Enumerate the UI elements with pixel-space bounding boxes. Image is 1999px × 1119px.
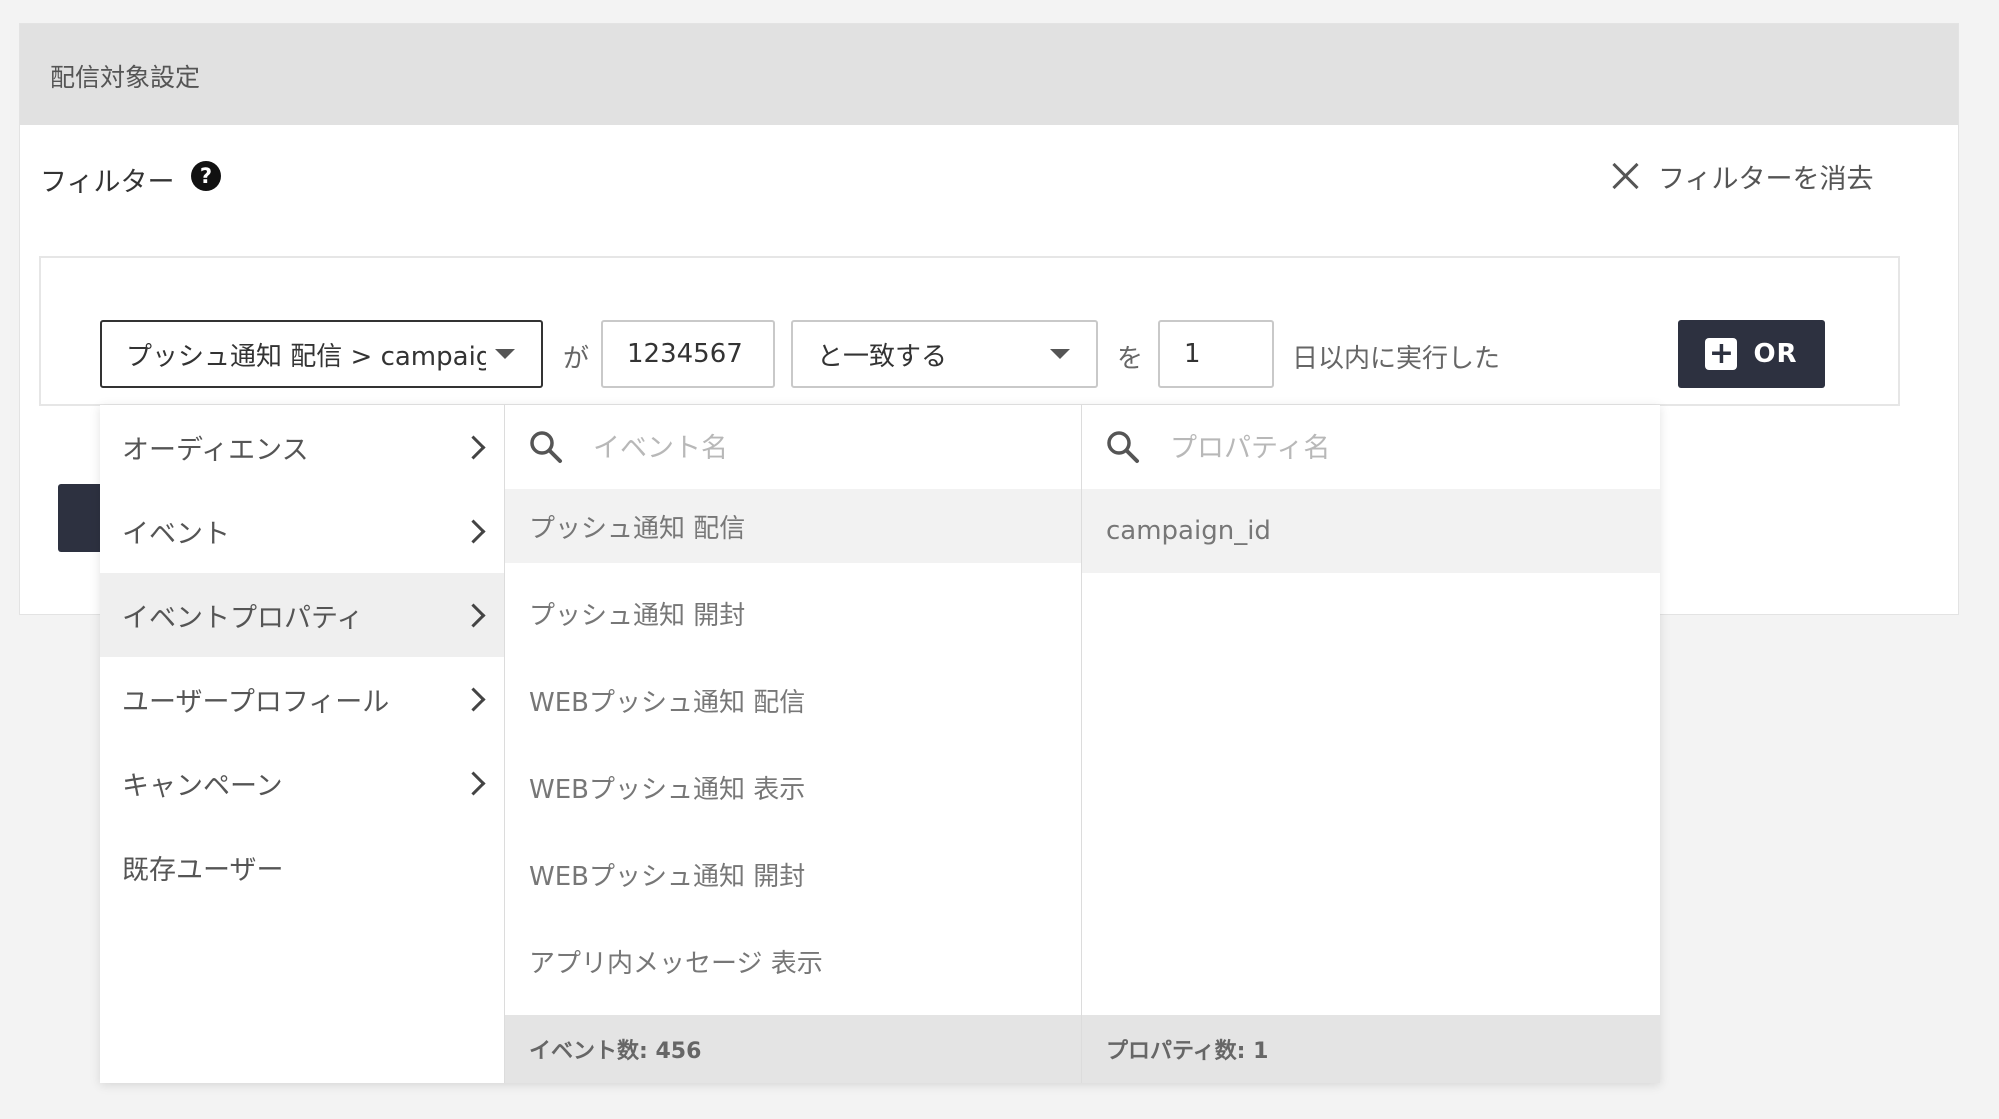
property-count-footer: プロパティ数: 1 [1082,1015,1660,1083]
connector-ga: が [563,344,590,374]
event-label: WEBプッシュ通知 配信 [529,687,806,718]
chevron-right-icon [461,602,486,628]
filter-label: フィルター [40,167,175,198]
property-label: campaign_id [1106,516,1271,546]
search-icon [530,431,562,463]
category-item-existing-users[interactable]: 既存ユーザー [100,825,504,909]
panel-title: 配信対象設定 [50,63,201,92]
event-column: プッシュ通知 配信 プッシュ通知 開封 WEBプッシュ通知 配信 WEBプッシュ… [504,405,1082,1083]
event-label: アプリ内メッセージ 表示 [529,948,823,979]
help-icon[interactable]: ? [191,161,221,191]
property-column: campaign_id プロパティ数: 1 [1082,405,1660,1083]
value-input[interactable] [601,320,775,388]
clear-filter-label: フィルターを消去 [1658,163,1874,195]
category-label: イベントプロパティ [122,602,364,634]
event-list-item[interactable]: WEBプッシュ通知 配信 [505,663,1081,737]
filter-dropdown-menu: オーディエンス イベント イベントプロパティ ユーザープロフィール キャンペーン… [100,405,1660,1083]
search-icon [1107,431,1139,463]
category-item-event-property[interactable]: イベントプロパティ [100,573,504,657]
days-suffix: 日以内に実行した [1292,344,1501,374]
category-label: 既存ユーザー [122,854,284,886]
close-icon [1610,161,1640,191]
event-list-item[interactable]: アプリ内メッセージ 表示 [505,924,1081,998]
category-label: イベント [122,518,230,550]
clear-filter-button[interactable]: フィルターを消去 [1610,153,1873,199]
event-property-select[interactable]: プッシュ通知 配信 > campaign_id [100,320,543,388]
category-column: オーディエンス イベント イベントプロパティ ユーザープロフィール キャンペーン… [100,405,504,1083]
event-list-item[interactable]: プッシュ通知 配信 [505,489,1081,563]
category-item-event[interactable]: イベント [100,489,504,573]
caret-down-icon [495,349,515,359]
event-label: プッシュ通知 開封 [529,600,746,631]
event-count: イベント数: 456 [529,1039,702,1064]
chevron-right-icon [461,518,486,544]
category-label: ユーザープロフィール [122,686,390,718]
event-label: WEBプッシュ通知 開封 [529,861,806,892]
event-property-select-value: プッシュ通知 配信 > campaign_id [126,341,486,372]
property-list-item[interactable]: campaign_id [1082,489,1660,573]
event-list-item[interactable]: WEBプッシュ通知 表示 [505,750,1081,824]
category-item-audience[interactable]: オーディエンス [100,405,504,489]
chevron-right-icon [461,434,486,460]
event-search [505,405,1081,489]
match-operator-select[interactable]: と一致する [791,320,1098,388]
chevron-right-icon [461,770,486,796]
chevron-right-icon [461,686,486,712]
event-label: WEBプッシュ通知 表示 [529,774,806,805]
or-button-label: OR [1753,339,1798,369]
caret-down-icon [1050,349,1070,359]
event-list-item[interactable]: プッシュ通知 開封 [505,576,1081,650]
category-item-campaign[interactable]: キャンペーン [100,741,504,825]
event-count-footer: イベント数: 456 [505,1015,1081,1083]
panel-header: 配信対象設定 [20,24,1958,125]
property-search-input[interactable] [1168,425,1612,471]
category-label: オーディエンス [122,434,309,466]
event-label: プッシュ通知 配信 [529,513,746,544]
property-search [1082,405,1660,489]
category-label: キャンペーン [122,770,283,802]
property-count: プロパティ数: 1 [1106,1039,1269,1064]
plus-icon: + [1705,338,1738,370]
connector-wo: を [1117,344,1144,374]
add-or-button[interactable]: + OR [1678,320,1825,388]
event-list-item[interactable]: WEBプッシュ通知 開封 [505,837,1081,911]
days-input[interactable] [1158,320,1274,388]
event-search-input[interactable] [591,425,1035,471]
match-operator-value: と一致する [817,341,948,372]
category-item-user-profile[interactable]: ユーザープロフィール [100,657,504,741]
